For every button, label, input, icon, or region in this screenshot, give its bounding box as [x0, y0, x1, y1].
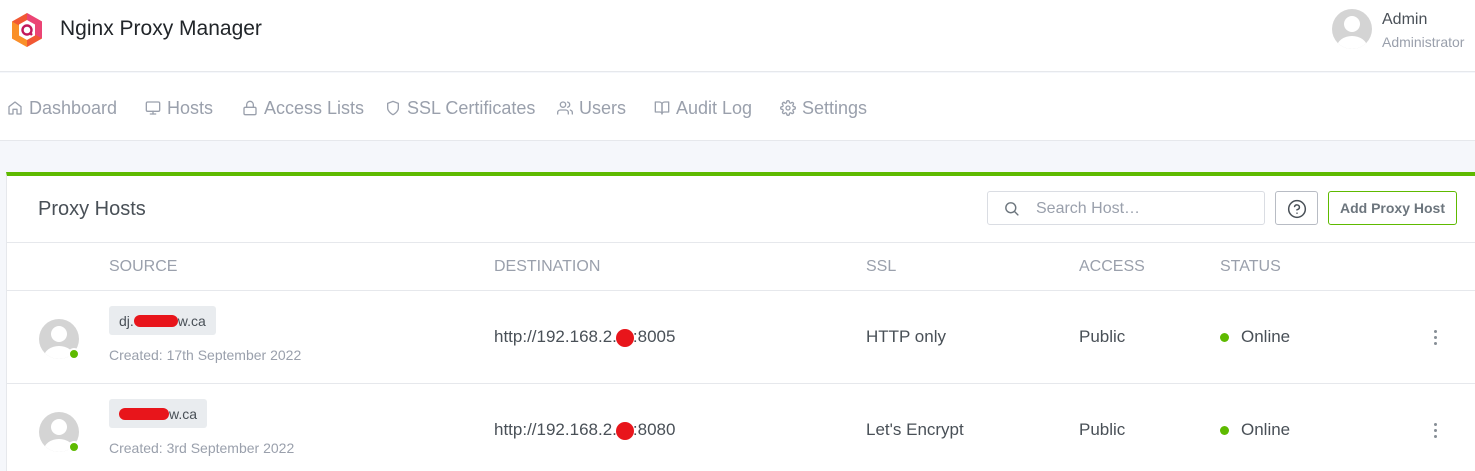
- redaction-mark: [133, 314, 178, 327]
- user-name: Admin: [1382, 11, 1428, 28]
- owner-avatar: [39, 319, 80, 360]
- status-dot: [1220, 333, 1229, 342]
- table-row[interactable]: dj. w.ca Created: 17th September 2022 htt…: [7, 291, 1475, 384]
- nav-item-audit-log[interactable]: Audit Log: [654, 97, 752, 119]
- row-actions-menu-icon[interactable]: [1431, 329, 1441, 347]
- monitor-icon: [145, 101, 161, 115]
- nav-item-label: SSL Certificates: [407, 97, 536, 118]
- nav-item-label: Dashboard: [29, 97, 118, 118]
- settings-icon: [780, 100, 796, 116]
- destination-prefix: http://192.168.2.: [494, 420, 617, 439]
- destination-suffix: :8080: [632, 420, 676, 439]
- column-header-access[interactable]: ACCESS: [1079, 258, 1145, 276]
- source-domain-tag[interactable]: w.ca: [109, 399, 208, 428]
- nav-item-settings[interactable]: Settings: [780, 97, 867, 119]
- ssl-cell: Let's Encrypt: [866, 420, 964, 439]
- user-avatar-icon[interactable]: [1332, 9, 1372, 49]
- column-header-status[interactable]: STATUS: [1220, 258, 1281, 276]
- column-header-destination[interactable]: DESTINATION: [494, 258, 600, 276]
- nav-item-label: Settings: [802, 97, 868, 118]
- source-domain-suffix: w.ca: [177, 312, 206, 329]
- source-domain-prefix: dj.: [119, 312, 134, 329]
- redaction-mark: [615, 328, 634, 347]
- nav-item-users[interactable]: Users: [557, 97, 626, 119]
- nav-item-label: Hosts: [167, 97, 214, 118]
- status-cell: Online: [1241, 327, 1291, 346]
- access-cell: Public: [1079, 420, 1126, 439]
- online-indicator: [68, 348, 80, 360]
- nav-item-access-lists[interactable]: Access Lists: [242, 97, 364, 119]
- hexagon-logo-icon[interactable]: [10, 12, 44, 48]
- search-icon: [1005, 202, 1019, 216]
- redaction-mark: [119, 407, 169, 420]
- nav-item-label: Access Lists: [264, 97, 365, 118]
- nav-item-ssl-certificates[interactable]: SSL Certificates: [385, 97, 535, 119]
- destination-cell: http://192.168.2. :8080: [494, 420, 675, 440]
- search-input[interactable]: [1036, 198, 1256, 220]
- card-title: Proxy Hosts: [38, 198, 146, 220]
- column-header-ssl[interactable]: SSL: [866, 258, 896, 276]
- app-brand[interactable]: Nginx Proxy Manager: [60, 17, 262, 41]
- home-icon: [8, 101, 22, 115]
- created-date: Created: 17th September 2022: [109, 347, 302, 363]
- status-dot: [1220, 426, 1229, 435]
- destination-cell: http://192.168.2. :8005: [494, 327, 675, 347]
- main-nav: Dashboard Hosts Access Lists SSL Certifi…: [0, 73, 1475, 141]
- source-domain-suffix: w.ca: [169, 405, 198, 422]
- user-role: Administrator: [1382, 34, 1465, 50]
- help-circle-icon: [1287, 199, 1307, 219]
- proxy-hosts-card: Proxy Hosts Add Proxy Host SOURCE DESTIN…: [6, 172, 1475, 471]
- destination-suffix: :8005: [632, 327, 676, 346]
- destination-prefix: http://192.168.2.: [494, 327, 617, 346]
- status-cell: Online: [1241, 420, 1291, 439]
- lock-icon: [243, 100, 257, 116]
- created-date: Created: 3rd September 2022: [109, 440, 295, 456]
- users-icon: [557, 101, 573, 115]
- nav-item-hosts[interactable]: Hosts: [145, 97, 213, 119]
- redaction-mark: [615, 421, 634, 440]
- online-indicator: [68, 441, 80, 453]
- nav-item-label: Users: [579, 97, 627, 118]
- nav-item-dashboard[interactable]: Dashboard: [7, 97, 117, 119]
- shield-icon: [387, 100, 399, 116]
- source-domain-tag[interactable]: dj. w.ca: [109, 306, 216, 335]
- book-open-icon: [654, 101, 670, 115]
- table-header: SOURCE DESTINATION SSL ACCESS STATUS: [7, 244, 1475, 291]
- access-cell: Public: [1079, 327, 1126, 346]
- add-proxy-host-button[interactable]: Add Proxy Host: [1328, 191, 1457, 225]
- help-button[interactable]: [1275, 191, 1318, 225]
- ssl-cell: HTTP only: [866, 327, 946, 346]
- column-header-source[interactable]: SOURCE: [109, 258, 177, 276]
- table-row[interactable]: w.ca Created: 3rd September 2022 http://…: [7, 384, 1475, 471]
- row-actions-menu-icon[interactable]: [1431, 422, 1441, 440]
- nav-item-label: Audit Log: [676, 97, 753, 118]
- owner-avatar: [39, 412, 80, 453]
- card-header: Proxy Hosts Add Proxy Host: [7, 176, 1475, 243]
- top-bar: Nginx Proxy Manager Admin Administrator: [0, 0, 1475, 72]
- search-box[interactable]: [987, 191, 1265, 225]
